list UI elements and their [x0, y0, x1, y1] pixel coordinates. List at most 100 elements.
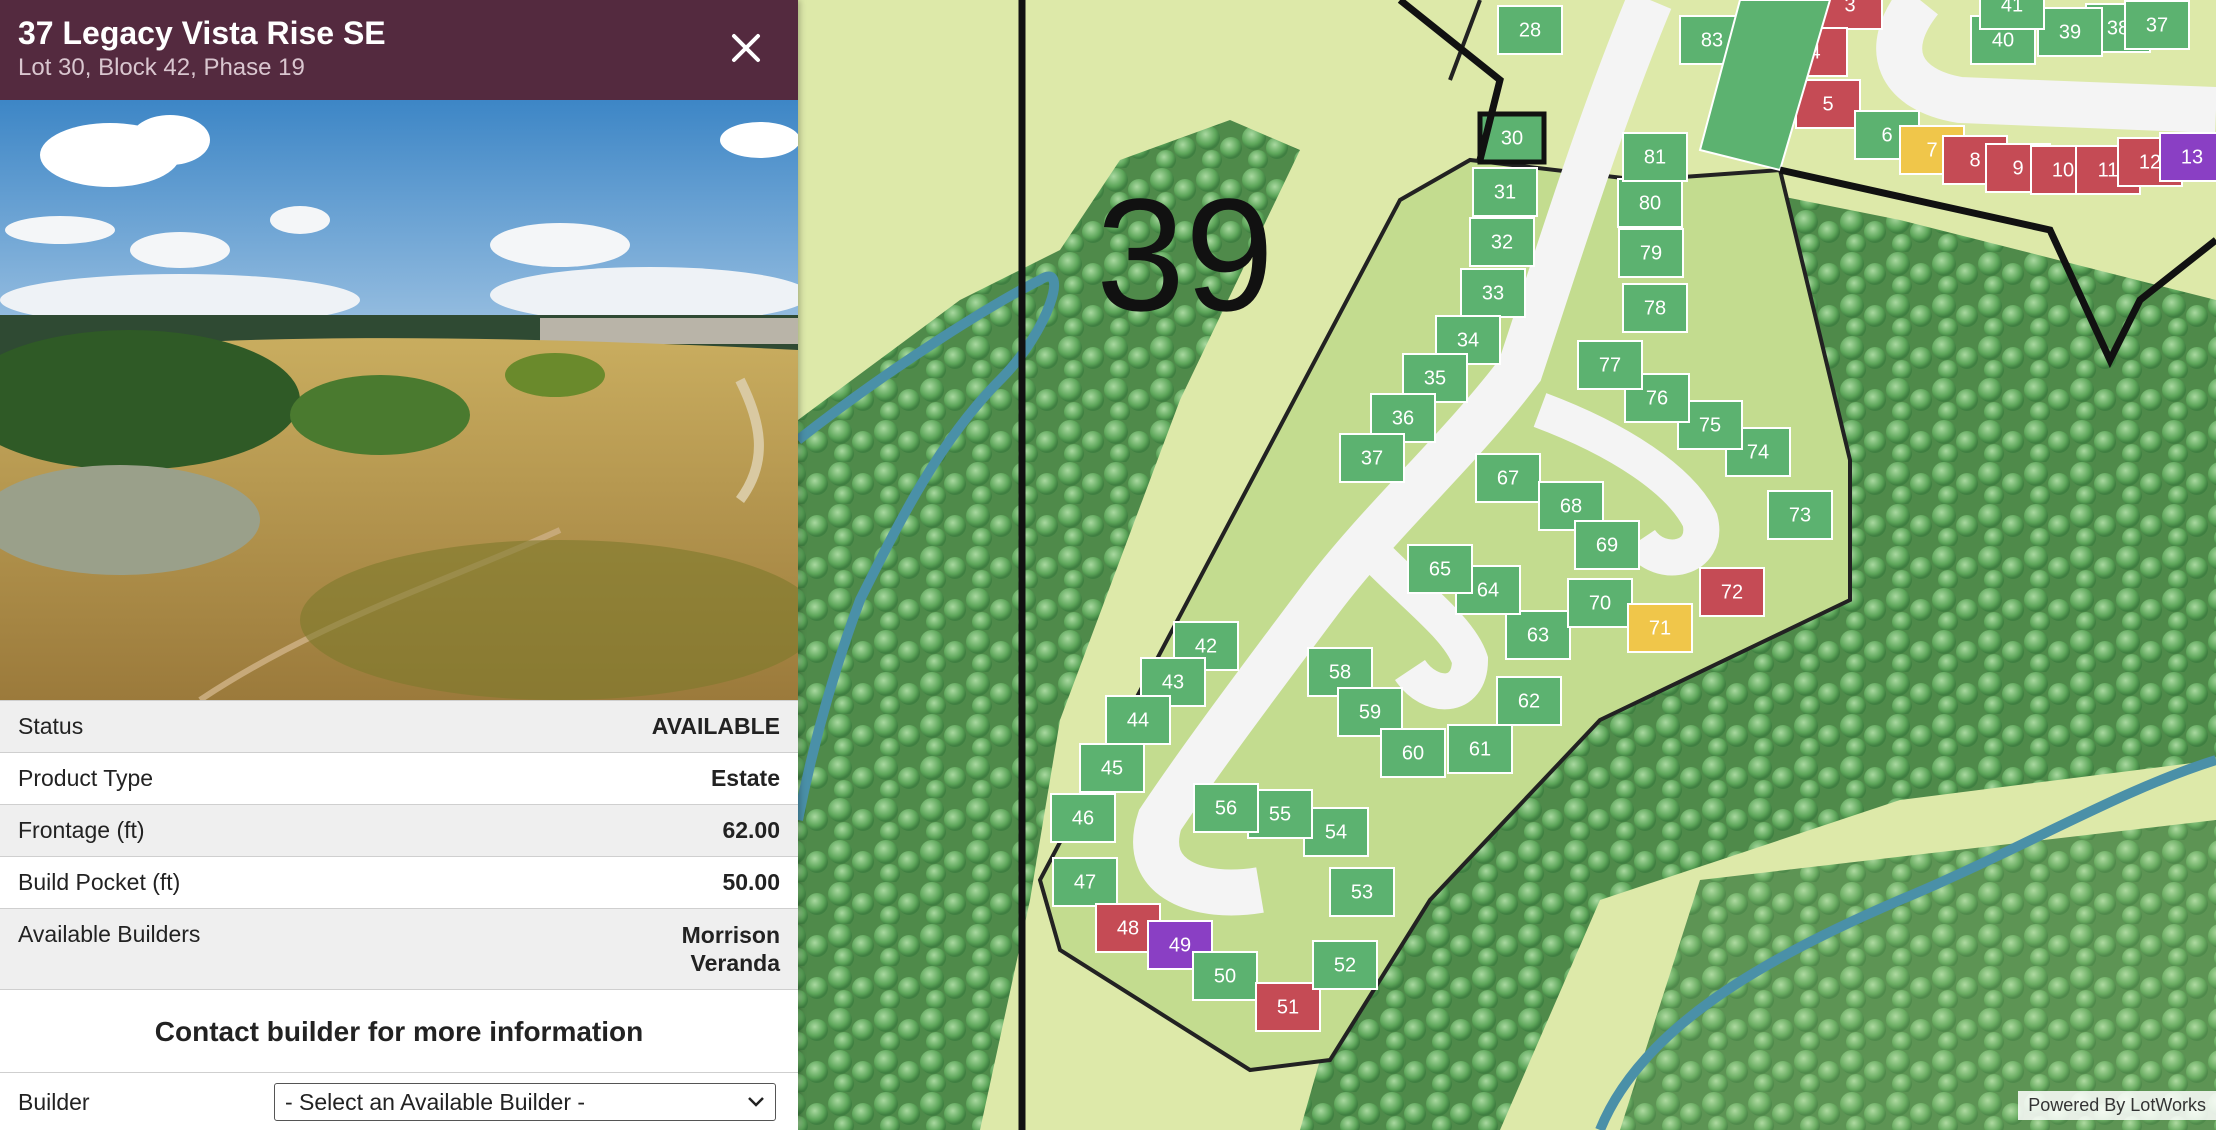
lot-number: 33	[1482, 282, 1504, 304]
lot-number: 56	[1215, 797, 1237, 819]
lot-73[interactable]: 73	[1767, 490, 1833, 540]
lot-number: 61	[1469, 738, 1491, 760]
lot-number: 67	[1497, 467, 1519, 489]
close-icon[interactable]	[724, 26, 768, 70]
lot-47[interactable]: 47	[1052, 857, 1118, 907]
lot-63[interactable]: 63	[1505, 610, 1571, 660]
lot-number: 31	[1494, 181, 1516, 203]
lot-79[interactable]: 79	[1618, 228, 1684, 278]
lot-number: 71	[1649, 617, 1671, 639]
lot-37[interactable]: 37	[2124, 0, 2190, 50]
lot-number: 44	[1127, 709, 1149, 731]
lot-number: 75	[1699, 414, 1721, 436]
lot-number: 52	[1334, 954, 1356, 976]
builder-select-row: Builder - Select an Available Builder -	[0, 1073, 798, 1130]
lot-number: 30	[1501, 127, 1523, 149]
lot-number: 68	[1560, 495, 1582, 517]
lot-number: 65	[1429, 558, 1451, 580]
build-pocket-value: 50.00	[722, 869, 780, 895]
lot-number: 35	[1424, 367, 1446, 389]
lot-33[interactable]: 33	[1460, 268, 1526, 318]
lot-41[interactable]: 41	[1979, 0, 2045, 30]
lot-number: 13	[2181, 146, 2203, 168]
lot-address-title: 37 Legacy Vista Rise SE	[18, 15, 386, 51]
lot-67[interactable]: 67	[1475, 453, 1541, 503]
lot-number: 83	[1701, 29, 1723, 51]
lot-number: 79	[1640, 242, 1662, 264]
lot-81[interactable]: 81	[1622, 132, 1688, 182]
lot-number: 63	[1527, 624, 1549, 646]
lot-number: 9	[2012, 157, 2023, 179]
lot-77[interactable]: 77	[1577, 340, 1643, 390]
detail-label: Frontage (ft)	[18, 817, 145, 843]
lot-number: 59	[1359, 701, 1381, 723]
lot-number: 8	[1969, 149, 1980, 171]
status-value: AVAILABLE	[651, 713, 780, 739]
lot-number: 76	[1646, 387, 1668, 409]
lot-39[interactable]: 39	[2037, 7, 2103, 57]
lot-number: 5	[1822, 93, 1833, 115]
lot-number: 78	[1644, 297, 1666, 319]
detail-row-build-pocket: Build Pocket (ft) 50.00	[0, 857, 798, 909]
detail-row-product-type: Product Type Estate	[0, 753, 798, 805]
lot-56[interactable]: 56	[1193, 783, 1259, 833]
builder-select-value: - Select an Available Builder -	[285, 1088, 586, 1115]
lot-number: 43	[1162, 671, 1184, 693]
lot-54[interactable]: 54	[1303, 807, 1369, 857]
lot-70[interactable]: 70	[1567, 578, 1633, 628]
lot-51[interactable]: 51	[1255, 982, 1321, 1032]
lot-32[interactable]: 32	[1469, 217, 1535, 267]
lot-5[interactable]: 5	[1795, 79, 1861, 129]
detail-label: Product Type	[18, 765, 154, 791]
lot-number: 36	[1392, 407, 1414, 429]
lot-number: 62	[1518, 690, 1540, 712]
product-type-value: Estate	[710, 765, 780, 791]
panel-header: 37 Legacy Vista Rise SE Lot 30, Block 42…	[0, 0, 798, 100]
lot-46[interactable]: 46	[1050, 793, 1116, 843]
lot-number: 60	[1402, 742, 1424, 764]
lot-44[interactable]: 44	[1105, 695, 1171, 745]
lot-number: 40	[1992, 29, 2014, 51]
lot-number: 37	[2146, 14, 2168, 36]
builder-select[interactable]: - Select an Available Builder -	[274, 1083, 776, 1121]
lot-50[interactable]: 50	[1192, 951, 1258, 1001]
lot-37[interactable]: 37	[1339, 433, 1405, 483]
lot-78[interactable]: 78	[1622, 283, 1688, 333]
detail-row-frontage: Frontage (ft) 62.00	[0, 805, 798, 857]
detail-label: Available Builders	[18, 921, 201, 947]
lot-number: 46	[1072, 807, 1094, 829]
lot-45[interactable]: 45	[1079, 743, 1145, 793]
lot-number: 34	[1457, 329, 1479, 351]
powered-by-label[interactable]: Powered By LotWorks	[2018, 1091, 2216, 1120]
detail-label: Build Pocket (ft)	[18, 869, 181, 895]
chevron-down-icon	[748, 1097, 764, 1107]
lot-80[interactable]: 80	[1617, 178, 1683, 228]
lot-number: 49	[1169, 934, 1191, 956]
lot-61[interactable]: 61	[1447, 724, 1513, 774]
detail-row-builders: Available Builders Morrison Veranda	[0, 909, 798, 990]
lot-number: 69	[1596, 534, 1618, 556]
lot-60[interactable]: 60	[1380, 728, 1446, 778]
lot-65[interactable]: 65	[1407, 544, 1473, 594]
detail-label: Status	[18, 713, 84, 739]
lot-number: 72	[1721, 581, 1743, 603]
lot-subtitle: Lot 30, Block 42, Phase 19	[18, 54, 305, 81]
lot-number: 50	[1214, 965, 1236, 987]
lot-53[interactable]: 53	[1329, 867, 1395, 917]
lot-number: 70	[1589, 592, 1611, 614]
lot-31[interactable]: 31	[1472, 167, 1538, 217]
lot-number: 12	[2139, 151, 2161, 173]
lot-52[interactable]: 52	[1312, 940, 1378, 990]
lot-photo	[0, 100, 798, 700]
lot-72[interactable]: 72	[1699, 567, 1765, 617]
lot-62[interactable]: 62	[1496, 676, 1562, 726]
lot-71[interactable]: 71	[1627, 603, 1693, 653]
block-number: 39	[1096, 165, 1274, 344]
lot-number: 3	[1844, 0, 1855, 16]
lot-13[interactable]: 13	[2159, 132, 2216, 182]
lot-28[interactable]: 28	[1497, 5, 1563, 55]
lot-number: 37	[1361, 447, 1383, 469]
lot-69[interactable]: 69	[1574, 520, 1640, 570]
lot-number: 73	[1789, 504, 1811, 526]
frontage-value: 62.00	[722, 817, 780, 843]
